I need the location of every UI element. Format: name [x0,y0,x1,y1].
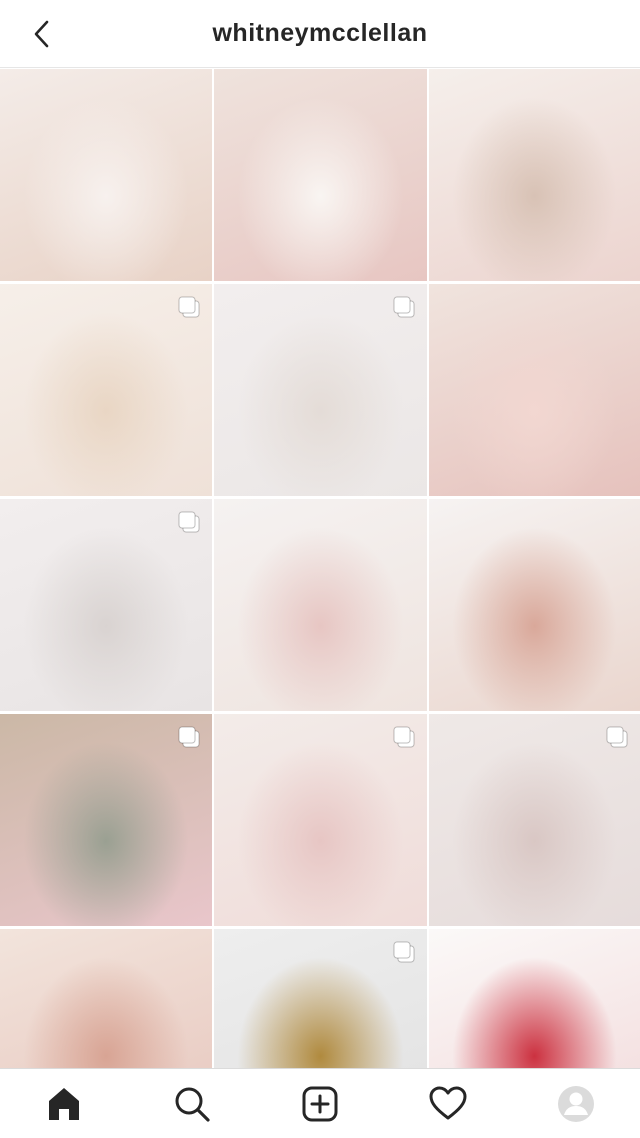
search-icon [175,1087,210,1122]
post-thumbnail[interactable] [0,499,212,711]
post-image [0,929,212,1068]
post-thumbnail[interactable] [429,69,640,281]
carousel-icon [606,726,628,748]
carousel-icon [178,511,200,533]
post-thumbnail[interactable] [429,929,640,1068]
post-thumbnail[interactable] [429,284,640,496]
carousel-icon [393,296,415,318]
post-thumbnail[interactable] [0,929,212,1068]
post-image [429,69,640,281]
tab-home[interactable] [32,1072,96,1136]
post-thumbnail[interactable] [214,284,427,496]
carousel-icon [393,726,415,748]
tab-activity[interactable] [416,1072,480,1136]
post-thumbnail[interactable] [214,714,427,926]
carousel-icon [178,726,200,748]
home-icon [49,1087,79,1120]
avatar-icon [558,1085,594,1122]
post-grid [0,69,640,1068]
post-thumbnail[interactable] [214,69,427,281]
post-thumbnail[interactable] [0,69,212,281]
post-thumbnail[interactable] [429,499,640,711]
tab-search[interactable] [160,1072,224,1136]
tab-profile[interactable] [544,1072,608,1136]
post-image [214,69,427,281]
post-thumbnail[interactable] [214,499,427,711]
carousel-icon [178,296,200,318]
post-image [214,499,427,711]
post-image [429,929,640,1068]
heart-icon [429,1086,467,1119]
tab-new-post[interactable] [288,1072,352,1136]
post-image [429,499,640,711]
top-bar: whitneymcclellan [0,0,640,68]
bottom-tab-bar [0,1068,640,1138]
carousel-icon [393,941,415,963]
post-thumbnail[interactable] [0,714,212,926]
profile-username: whitneymcclellan [212,19,428,47]
post-image [429,284,640,496]
post-thumbnail[interactable] [214,929,427,1068]
plus-square-icon [302,1086,338,1121]
post-thumbnail[interactable] [0,284,212,496]
post-thumbnail[interactable] [429,714,640,926]
post-image [0,69,212,281]
